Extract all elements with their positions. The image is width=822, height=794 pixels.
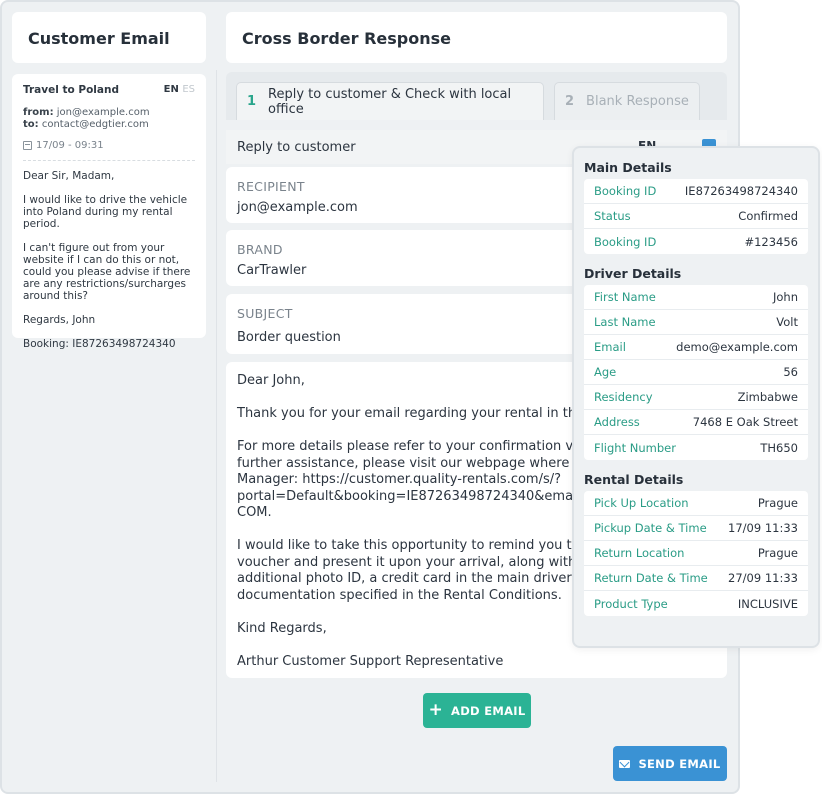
email-paragraph: I can't figure out from your website if … — [23, 242, 191, 302]
tab-label: Blank Response — [586, 94, 689, 109]
email-meta: from: jon@example.com to: contact@edgtie… — [23, 107, 195, 131]
detail-row: Status Confirmed — [584, 204, 808, 229]
detail-row: Flight Number TH650 — [584, 435, 808, 460]
plus-icon: + — [428, 700, 444, 720]
booking-details-panel: Main Details Booking ID IE87263498724340 … — [572, 146, 820, 648]
detail-key: Address — [594, 415, 640, 429]
driver-details-table: First Name John Last Name Volt Email demo@e… — [584, 285, 808, 460]
detail-row: Pickup Date & Time 17/09 11:33 — [584, 516, 808, 541]
email-date-text: 17/09 - 09:31 — [36, 140, 104, 151]
response-header: Cross Border Response — [226, 12, 727, 63]
body-line: Arthur Customer Support Representative — [237, 653, 504, 669]
detail-key: Email — [594, 340, 626, 354]
detail-key: Age — [594, 365, 617, 379]
email-paragraph: Regards, John — [23, 314, 96, 326]
email-from: jon@example.com — [56, 107, 150, 118]
detail-value: John — [772, 290, 798, 304]
lang-en[interactable]: EN — [164, 84, 179, 95]
add-email-label: ADD EMAIL — [451, 703, 526, 718]
detail-row: Return Date & Time 27/09 11:33 — [584, 566, 808, 591]
detail-row: Booking ID IE87263498724340 — [584, 179, 808, 204]
detail-key: Residency — [594, 390, 653, 404]
detail-key: Product Type — [594, 596, 668, 611]
rental-details-table: Pick Up Location Prague Pickup Date & Tim… — [584, 491, 808, 616]
detail-row: Pick Up Location Prague — [584, 491, 808, 516]
detail-key: Return Date & Time — [594, 571, 708, 585]
incoming-email-card[interactable]: Travel to Poland EN ES from: jon@example… — [12, 74, 206, 350]
send-email-label: SEND EMAIL — [638, 756, 721, 771]
detail-key: Last Name — [594, 315, 656, 329]
detail-value: Confirmed — [738, 209, 798, 223]
detail-value: demo@example.com — [676, 340, 798, 354]
detail-row: Product Type INCLUSIVE — [584, 591, 808, 616]
detail-key: Pickup Date & Time — [594, 521, 707, 535]
detail-row: Age 56 — [584, 360, 808, 385]
email-divider — [23, 160, 195, 161]
column-divider — [216, 70, 217, 782]
detail-value: 27/09 11:33 — [728, 571, 798, 585]
tab-number: 1 — [247, 94, 257, 109]
detail-value: Zimbabwe — [737, 390, 798, 404]
detail-value: #123456 — [744, 234, 798, 249]
detail-row: Email demo@example.com — [584, 335, 808, 360]
detail-value: INCLUSIVE — [737, 596, 798, 611]
detail-key: Return Location — [594, 546, 685, 560]
response-tabs: 1 Reply to customer & Check with local o… — [226, 72, 727, 120]
detail-value: Prague — [757, 546, 798, 560]
tab-reply-and-check[interactable]: 1 Reply to customer & Check with local o… — [236, 82, 544, 120]
detail-value: 17/09 11:33 — [728, 521, 798, 535]
customer-email-header: Customer Email — [12, 12, 206, 63]
to-label: to: — [23, 119, 39, 130]
detail-key: Booking ID — [594, 184, 657, 198]
detail-value: 7468 E Oak Street — [692, 415, 798, 429]
detail-value: Prague — [757, 496, 798, 510]
detail-value: 56 — [783, 365, 798, 379]
customer-email-title: Customer Email — [28, 29, 170, 48]
main-details-table: Booking ID IE87263498724340 Status Confirm… — [584, 179, 808, 254]
detail-key: First Name — [594, 290, 656, 304]
detail-key: Booking ID — [594, 234, 657, 249]
tab-number: 2 — [565, 94, 575, 109]
email-paragraph: I would like to drive the vehicle into P… — [23, 194, 188, 230]
reply-label: Reply to customer — [237, 140, 356, 155]
calendar-icon — [23, 141, 32, 150]
lang-es[interactable]: ES — [182, 84, 195, 95]
add-email-button[interactable]: + ADD EMAIL — [423, 693, 531, 728]
detail-value: IE87263498724340 — [684, 184, 798, 198]
tab-blank-response[interactable]: 2 Blank Response — [554, 82, 700, 120]
email-paragraph: Booking: IE87263498724340 — [23, 338, 176, 350]
detail-row: Booking ID #123456 — [584, 229, 808, 254]
detail-row: Last Name Volt — [584, 310, 808, 335]
email-language-switch[interactable]: EN ES — [164, 84, 195, 95]
detail-key: Flight Number — [594, 440, 676, 455]
email-to: contact@edgtier.com — [41, 119, 149, 130]
envelope-icon — [619, 759, 631, 768]
detail-row: Residency Zimbabwe — [584, 385, 808, 410]
response-title: Cross Border Response — [242, 29, 451, 48]
rental-details-title: Rental Details — [584, 472, 684, 487]
email-paragraph: Dear Sir, Madam, — [23, 170, 115, 182]
detail-row: Return Location Prague — [584, 541, 808, 566]
email-date: 17/09 - 09:31 — [23, 140, 195, 151]
tab-label: Reply to customer & Check with local off… — [268, 86, 512, 117]
detail-key: Pick Up Location — [594, 496, 689, 510]
detail-value: Volt — [776, 315, 798, 329]
driver-details-title: Driver Details — [584, 266, 682, 281]
detail-row: First Name John — [584, 285, 808, 310]
from-label: from: — [23, 107, 54, 118]
detail-row: Address 7468 E Oak Street — [584, 410, 808, 435]
main-details-title: Main Details — [584, 160, 672, 175]
detail-value: TH650 — [760, 440, 798, 455]
detail-key: Status — [594, 209, 631, 223]
send-email-button[interactable]: SEND EMAIL — [613, 746, 727, 781]
